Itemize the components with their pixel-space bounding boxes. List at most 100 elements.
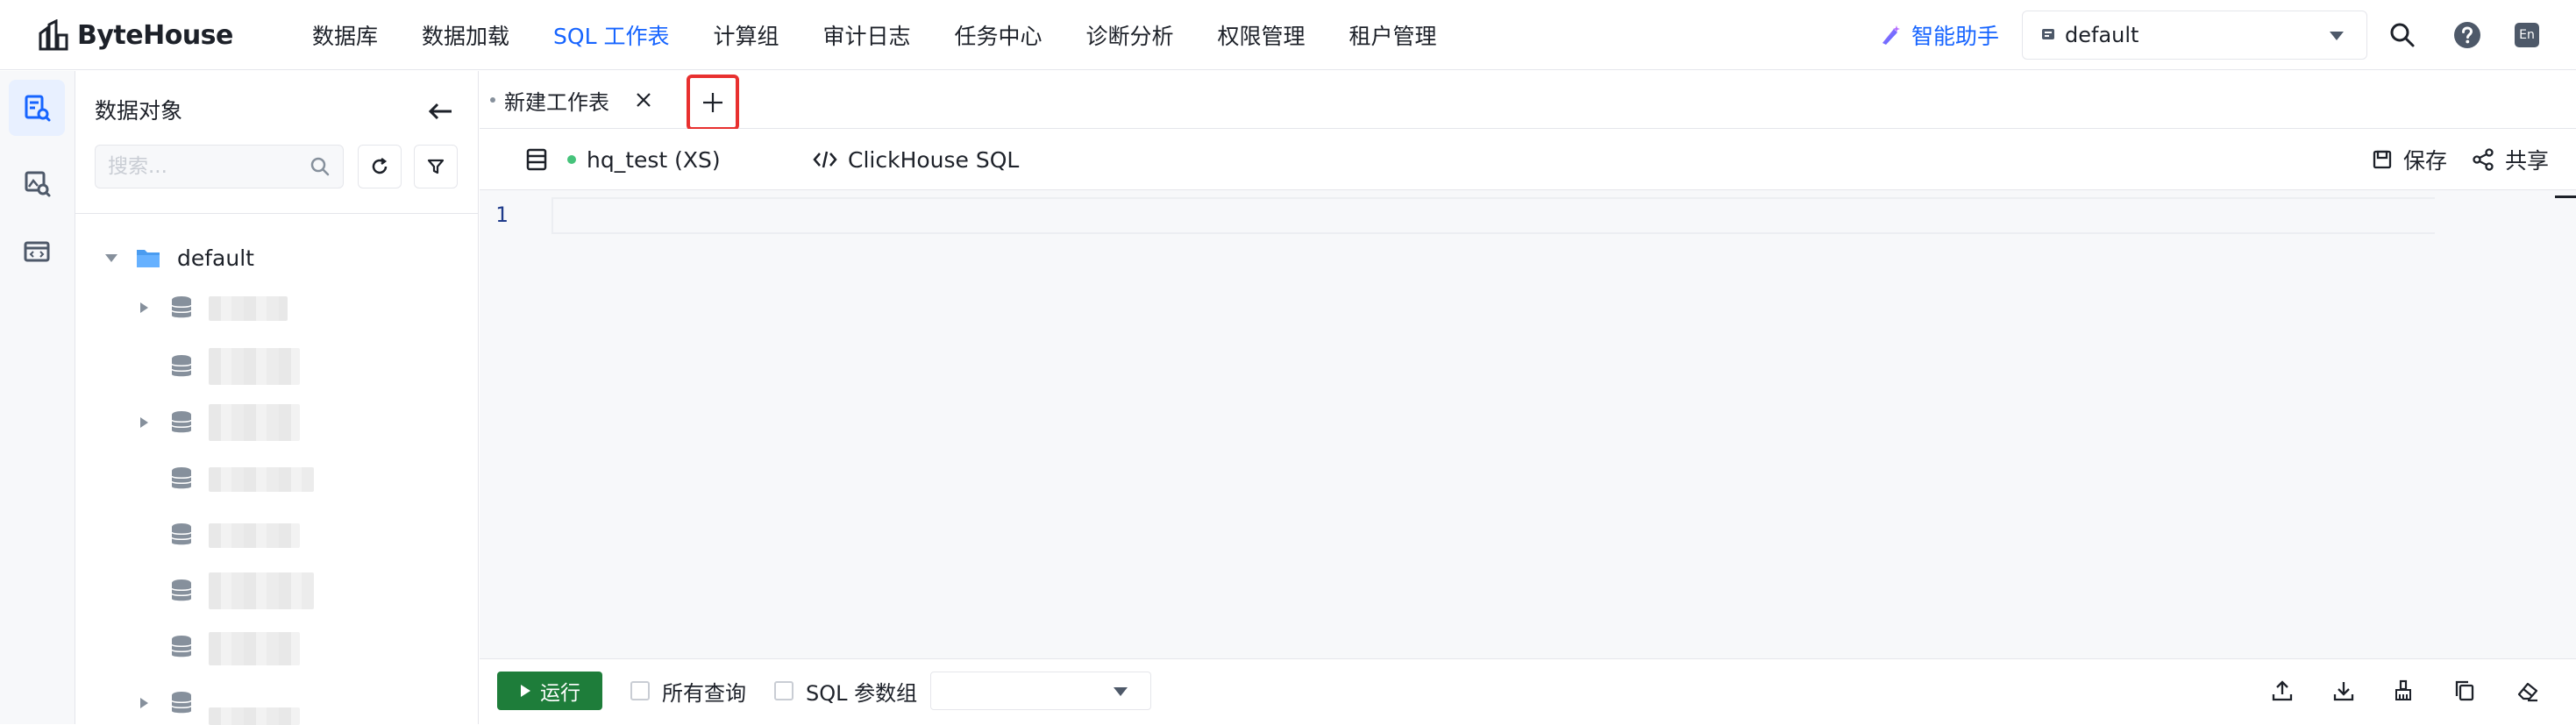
worksheet-toolbar: hq_test (XS) ClickHouse SQL 保存 共享	[480, 129, 2576, 190]
upload-icon	[2272, 680, 2293, 701]
logo[interactable]: ByteHouse	[37, 16, 233, 54]
refresh-button[interactable]	[358, 145, 402, 188]
editor-scrollbar-marker[interactable]	[2555, 195, 2576, 198]
nav-item-task-center[interactable]: 任务中心	[955, 19, 1042, 51]
tree-item-database[interactable]	[133, 513, 300, 557]
checkbox-box[interactable]	[774, 681, 793, 700]
rail-data-objects-button[interactable]	[9, 80, 65, 136]
nav-item-audit-log[interactable]: 审计日志	[822, 19, 910, 51]
tree-item-database[interactable]	[133, 681, 300, 725]
language-switch-button[interactable]: En	[2509, 18, 2544, 53]
smart-assistant-button[interactable]: 智能助手	[1880, 18, 1999, 53]
code-box-icon	[24, 241, 50, 262]
save-label: 保存	[2403, 148, 2448, 174]
redacted-name	[209, 348, 300, 385]
top-bar: ByteHouse 数据库 数据加载 SQL 工作表 计算组 审计日志 任务中心…	[0, 0, 2576, 70]
dialect-selector[interactable]: ClickHouse SQL	[813, 129, 1019, 190]
brush-icon	[2395, 679, 2411, 700]
copy-button[interactable]	[2449, 675, 2480, 707]
search-icon	[2390, 23, 2415, 47]
compute-group-selector[interactable]: hq_test (XS)	[525, 129, 721, 190]
tree-item-database[interactable]	[133, 457, 314, 501]
nav-item-sql-worksheet[interactable]: SQL 工作表	[553, 19, 669, 51]
close-icon	[637, 93, 651, 107]
caret-right-icon	[140, 698, 148, 708]
object-search-input[interactable]	[108, 146, 301, 188]
workspace-select[interactable]: default	[2022, 11, 2367, 60]
tree-item-database[interactable]	[133, 569, 314, 613]
tree-item-database[interactable]	[133, 345, 300, 388]
compute-group-label: hq_test (XS)	[587, 146, 721, 173]
nav-item-compute-group[interactable]: 计算组	[713, 19, 779, 51]
tree-item-database[interactable]	[133, 625, 300, 669]
data-objects-panel: 数据对象 default	[75, 71, 479, 725]
status-online-icon	[567, 155, 576, 164]
share-button[interactable]: 共享	[2472, 129, 2549, 190]
nav-item-database[interactable]: 数据库	[312, 19, 378, 51]
run-button[interactable]: 运行	[497, 672, 602, 710]
tab-new-worksheet[interactable]: 新建工作表	[490, 71, 655, 129]
clear-button[interactable]	[2512, 675, 2544, 707]
param-group-select[interactable]	[930, 672, 1151, 710]
tree-node-label: default	[177, 245, 254, 271]
caret-right-icon	[140, 302, 148, 313]
global-search-button[interactable]	[2385, 18, 2420, 53]
worksheet-tab-bar: 新建工作表	[480, 71, 2576, 131]
tree-item-database[interactable]	[133, 401, 300, 444]
all-queries-checkbox[interactable]: 所有查询	[630, 672, 746, 710]
worksheet-footer: 运行 所有查询 SQL 参数组	[480, 658, 2576, 724]
all-queries-label: 所有查询	[662, 680, 746, 706]
sql-editor[interactable]: 1	[480, 190, 2576, 658]
tree-item-database[interactable]	[133, 286, 288, 330]
tree-node-default[interactable]: default	[103, 236, 254, 280]
nav-item-tenant-management[interactable]: 租户管理	[1349, 19, 1437, 51]
nav-item-data-loading[interactable]: 数据加载	[422, 19, 509, 51]
close-tab-button[interactable]	[632, 89, 655, 111]
redacted-name	[209, 707, 300, 725]
nav-item-permissions[interactable]: 权限管理	[1218, 19, 1306, 51]
redacted-name	[209, 572, 314, 609]
upload-button[interactable]	[2266, 675, 2298, 707]
unsaved-dot-icon	[490, 97, 495, 103]
main-nav: 数据库 数据加载 SQL 工作表 计算组 审计日志 任务中心 诊断分析 权限管理…	[312, 0, 1481, 70]
caret-right-icon	[140, 417, 148, 428]
checkbox-box[interactable]	[630, 681, 650, 700]
editor-current-line[interactable]	[551, 197, 2435, 234]
database-icon	[171, 355, 192, 377]
share-label: 共享	[2505, 148, 2550, 174]
tab-label: 新建工作表	[504, 89, 609, 115]
database-icon	[171, 523, 192, 545]
nav-item-diagnostics[interactable]: 诊断分析	[1086, 19, 1174, 51]
redacted-name	[209, 296, 288, 321]
caret-down-icon	[105, 254, 117, 262]
workspace-icon	[2042, 29, 2054, 39]
logo-text: ByteHouse	[77, 19, 233, 51]
bytehouse-logo-icon	[39, 19, 68, 51]
object-search-box[interactable]	[95, 145, 344, 188]
redacted-name	[209, 467, 314, 492]
rail-code-snippets-button[interactable]	[9, 224, 65, 280]
filter-button[interactable]	[414, 145, 458, 188]
redacted-name	[209, 404, 300, 441]
format-button[interactable]	[2387, 675, 2419, 707]
help-button[interactable]	[2450, 18, 2485, 53]
folder-icon	[137, 250, 160, 267]
add-worksheet-button[interactable]	[687, 75, 739, 131]
download-button[interactable]	[2328, 675, 2359, 707]
save-button[interactable]: 保存	[2372, 129, 2447, 190]
language-icon: En	[2515, 23, 2539, 47]
search-icon	[310, 157, 330, 176]
line-number: 1	[495, 203, 509, 227]
workspace-value: default	[2065, 23, 2139, 47]
database-icon	[171, 296, 192, 318]
code-icon	[813, 151, 837, 168]
rail-query-history-button[interactable]	[9, 155, 65, 211]
left-rail	[0, 71, 75, 724]
database-icon	[171, 467, 192, 489]
database-search-icon	[25, 95, 51, 122]
collapse-panel-button[interactable]	[423, 94, 458, 129]
redacted-name	[209, 632, 300, 665]
sql-param-group-checkbox[interactable]: SQL 参数组	[774, 672, 917, 710]
play-icon	[521, 685, 530, 697]
help-icon	[2454, 22, 2480, 48]
